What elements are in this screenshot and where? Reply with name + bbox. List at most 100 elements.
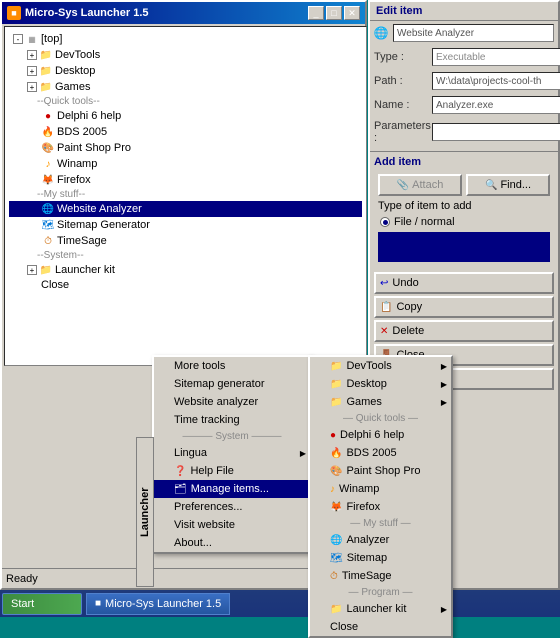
maximize-button[interactable]: □ [326, 6, 342, 20]
save-area [378, 232, 550, 262]
tree-panel: - ▦ [top] + 📁 DevTools + 📁 Desktop + 📁 G… [4, 26, 367, 366]
title-buttons: _ □ ✕ [308, 6, 360, 20]
menu-item-label: Desktop [346, 378, 386, 390]
delete-button[interactable]: ✕ Delete [374, 320, 554, 342]
menu-item-label: Lingua [174, 447, 207, 459]
type-input[interactable] [432, 48, 560, 66]
menu-visit-website[interactable]: Visit website [154, 516, 310, 534]
undo-icon: ↩ [380, 278, 388, 289]
tree-winamp[interactable]: ♪ Winamp [9, 156, 362, 172]
window-title: Micro-Sys Launcher 1.5 [25, 7, 149, 19]
expand-launcher[interactable]: + [27, 265, 37, 275]
submenu-launcher-kit[interactable]: 📁 Launcher kit ▶ [310, 600, 451, 618]
context-menu-launcher: More tools Sitemap generator Website ana… [152, 355, 312, 554]
menu-item-label: More tools [174, 360, 225, 372]
menu-item-label: Sitemap generator [174, 378, 265, 390]
menu-item-label: Launcher kit [346, 603, 406, 615]
menu-website-analyzer[interactable]: Website analyzer [154, 393, 310, 411]
globe-icon-edit: 🌐 [374, 26, 388, 40]
edit-header: Edit item [370, 2, 558, 21]
copy-label: Copy [396, 301, 422, 313]
submenu-paintshop[interactable]: 🎨 Paint Shop Pro [310, 462, 451, 480]
menu-sitemap-gen[interactable]: Sitemap generator [154, 375, 310, 393]
arrow-icon: ▶ [441, 398, 447, 407]
menu-item-label: Manage items... [191, 483, 269, 495]
name-label: Name : [374, 99, 429, 111]
taskbar: Start ■ Micro-Sys Launcher 1.5 [0, 590, 560, 617]
title-bar: ■ Micro-Sys Launcher 1.5 _ □ ✕ [2, 2, 365, 24]
menu-item-label: Website analyzer [174, 396, 258, 408]
submenu-analyzer[interactable]: 🌐 Analyzer [310, 531, 451, 549]
find-button[interactable]: 🔍 Find... [466, 174, 550, 196]
arrow-icon: ▶ [441, 380, 447, 389]
menu-item-label: BDS 2005 [346, 447, 396, 459]
submenu-timesage[interactable]: ⏱ TimeSage [310, 567, 451, 585]
file-normal-radio[interactable] [380, 217, 390, 227]
folder-icon-sub: 📁 [330, 397, 342, 408]
misc-label: --System-- [37, 250, 84, 261]
submenu-sitemap[interactable]: 🗺 Sitemap [310, 549, 451, 567]
tree-item-label: DevTools [55, 49, 100, 61]
status-text: Ready [6, 573, 38, 585]
name-input[interactable] [432, 96, 560, 114]
globe-icon-sub: 🌐 [330, 535, 342, 546]
tree-firefox[interactable]: 🦊 Firefox [9, 172, 362, 188]
submenu-desktop[interactable]: 📁 Desktop ▶ [310, 375, 451, 393]
menu-item-label: Help File [190, 465, 233, 477]
tree-item-label: Delphi 6 help [57, 110, 121, 122]
menu-about[interactable]: About... [154, 534, 310, 552]
submenu-devtools[interactable]: 📁 DevTools ▶ [310, 357, 451, 375]
tree-bds[interactable]: 🔥 BDS 2005 [9, 124, 362, 140]
submenu-close[interactable]: Close [310, 618, 451, 636]
expand-desktop[interactable]: + [27, 66, 37, 76]
menu-help-file[interactable]: ❓ Help File [154, 462, 310, 480]
menu-item-label: Winamp [339, 483, 379, 495]
tree-paintshop[interactable]: 🎨 Paint Shop Pro [9, 140, 362, 156]
taskbar-launcher-btn[interactable]: ■ Micro-Sys Launcher 1.5 [86, 593, 230, 615]
menu-time-tracking[interactable]: Time tracking [154, 411, 310, 429]
menu-more-tools[interactable]: More tools [154, 357, 310, 375]
params-input[interactable] [432, 123, 560, 141]
expand-games[interactable]: + [27, 82, 37, 92]
attach-find-row: 📎 Attach 🔍 Find... [374, 172, 554, 198]
folder-icon-sub: 📁 [330, 361, 342, 372]
undo-button[interactable]: ↩ Undo [374, 272, 554, 294]
submenu-games[interactable]: 📁 Games ▶ [310, 393, 451, 411]
quicktools-label: — Quick tools — [310, 411, 451, 426]
tree-timesage[interactable]: ⏱ TimeSage [9, 233, 362, 249]
tree-top[interactable]: - ▦ [top] [9, 31, 362, 47]
folder-icon: 📁 [39, 80, 53, 94]
tree-close[interactable]: Close [9, 278, 362, 292]
manage-icon: 🗂 [174, 484, 187, 495]
expand-devtools[interactable]: + [27, 50, 37, 60]
tree-desktop[interactable]: + 📁 Desktop [9, 63, 362, 79]
submenu-delphi[interactable]: ● Delphi 6 help [310, 426, 451, 444]
tree-delphi[interactable]: ● Delphi 6 help [9, 108, 362, 124]
app-icon-winamp: ♪ [41, 157, 55, 171]
expand-top[interactable]: - [13, 34, 23, 44]
item-name-input[interactable] [393, 24, 554, 42]
type-of-item-label: Type of item to add [374, 198, 554, 214]
submenu-winamp[interactable]: ♪ Winamp [310, 480, 451, 498]
tree-item-label: Winamp [57, 158, 97, 170]
copy-button[interactable]: 📋 Copy [374, 296, 554, 318]
attach-button[interactable]: 📎 Attach [378, 174, 462, 196]
submenu-bds[interactable]: 🔥 BDS 2005 [310, 444, 451, 462]
minimize-button[interactable]: _ [308, 6, 324, 20]
tree-sitemap-gen[interactable]: 🗺 Sitemap Generator [9, 217, 362, 233]
menu-manage-items[interactable]: 🗂 Manage items... [154, 480, 310, 498]
menu-preferences[interactable]: Preferences... [154, 498, 310, 516]
tree-devtools[interactable]: + 📁 DevTools [9, 47, 362, 63]
app-icon-firefox: 🦊 [41, 173, 55, 187]
path-input[interactable] [432, 72, 560, 90]
tree-item-label: Games [55, 81, 90, 93]
tree-games[interactable]: + 📁 Games [9, 79, 362, 95]
taskbar-app-label: Micro-Sys Launcher 1.5 [105, 598, 221, 610]
tree-launcher-kit[interactable]: + 📁 Launcher kit [9, 262, 362, 278]
menu-item-label: Visit website [174, 519, 235, 531]
start-button[interactable]: Start [2, 593, 82, 615]
submenu-firefox[interactable]: 🦊 Firefox [310, 498, 451, 516]
tree-website-analyzer[interactable]: 🌐 Website Analyzer [9, 201, 362, 217]
menu-lingua[interactable]: Lingua ▶ [154, 444, 310, 462]
close-button-main[interactable]: ✕ [344, 6, 360, 20]
